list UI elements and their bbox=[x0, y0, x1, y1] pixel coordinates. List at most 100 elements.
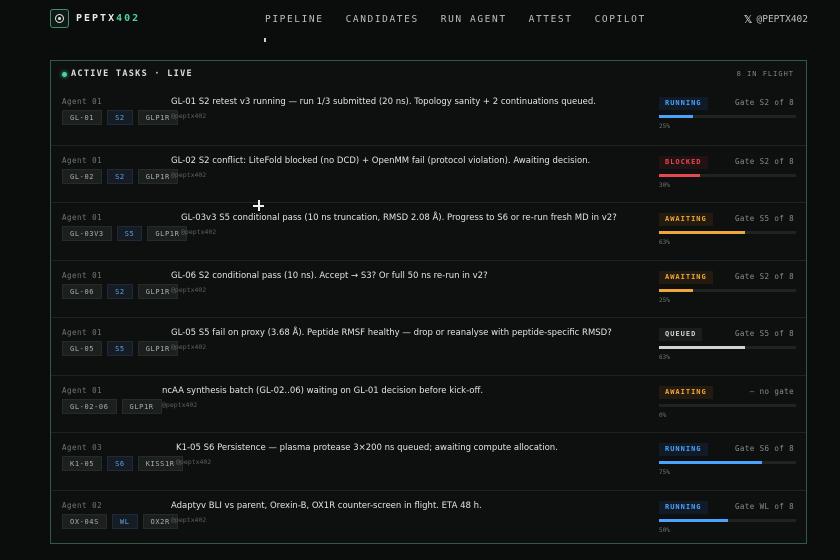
task-tag[interactable]: S2 bbox=[107, 168, 133, 184]
status-badge: AWAITING bbox=[659, 270, 713, 284]
status-badge: AWAITING bbox=[659, 213, 713, 226]
task-description: GL-06 S2 conditional pass (10 ns). Accep… bbox=[171, 270, 488, 281]
task-tag[interactable]: S2 bbox=[107, 110, 133, 125]
progress-bar bbox=[659, 461, 796, 464]
nav-candidates[interactable]: CANDIDATES bbox=[346, 14, 419, 25]
task-tag[interactable]: GL-03V3 bbox=[62, 226, 112, 241]
task-tag[interactable]: K1-05 bbox=[62, 456, 103, 471]
task-tag[interactable]: WL bbox=[111, 513, 138, 529]
agent-label: Agent 01 bbox=[62, 213, 103, 222]
task-tag[interactable]: S5 bbox=[107, 341, 133, 356]
progress-fill bbox=[659, 288, 694, 292]
task-row[interactable]: Agent 01 GL-02-06 GLP1R ncAA synthesis batc… bbox=[51, 374, 806, 433]
gate-label: Gate S5 of 8 bbox=[735, 214, 794, 223]
progress-percent: 50% bbox=[659, 526, 670, 534]
task-tag[interactable]: S2 bbox=[107, 283, 133, 299]
agent-label: Agent 01 bbox=[62, 155, 103, 165]
task-row[interactable]: Agent 01 GL-03V3 S5 GLP1R GL-03v3 S5 conditi… bbox=[51, 202, 806, 260]
task-description: GL-05 S5 fail on proxy (3.68 Å). Peptide… bbox=[171, 328, 612, 338]
task-handle[interactable]: @peptx402 bbox=[171, 516, 206, 524]
task-tag[interactable]: GL-02 bbox=[62, 168, 103, 184]
task-row[interactable]: Agent 01 GL-02 S2 GLP1R GL-02 S2 conflict: L… bbox=[51, 144, 806, 203]
task-row[interactable]: Agent 01 GL-06 S2 GLP1R GL-06 S2 conditional… bbox=[51, 259, 806, 318]
task-handle[interactable]: @peptx402 bbox=[181, 228, 216, 236]
progress-fill bbox=[659, 115, 694, 118]
task-tag[interactable]: GL-01 bbox=[62, 110, 103, 125]
task-row[interactable]: Agent 01 GL-05 S5 GLP1R GL-05 S5 fail on pro… bbox=[51, 317, 806, 375]
nav-run-agent[interactable]: RUN AGENT bbox=[441, 14, 507, 25]
progress-bar bbox=[659, 288, 796, 292]
progress-percent: 63% bbox=[659, 354, 670, 361]
task-row[interactable]: Agent 01 GL-01 S2 GLP1R GL-01 S2 retest v3 r… bbox=[51, 87, 806, 145]
progress-bar bbox=[659, 403, 796, 407]
panel-header: ACTIVE TASKS · LIVE 8 IN FLIGHT bbox=[51, 61, 806, 87]
x-logo-icon: 𝕏 bbox=[743, 13, 753, 26]
task-description: K1-05 S6 Persistence — plasma protease 3… bbox=[176, 443, 558, 453]
rocket-icon bbox=[55, 14, 64, 23]
active-tasks-panel: ACTIVE TASKS · LIVE 8 IN FLIGHT Agent 01… bbox=[50, 60, 807, 544]
task-tag[interactable]: OX-04S bbox=[62, 513, 107, 529]
agent-label: Agent 01 bbox=[62, 97, 103, 106]
task-description: GL-02 S2 conflict: LiteFold blocked (no … bbox=[171, 155, 591, 166]
task-handle[interactable]: @peptx402 bbox=[171, 112, 206, 120]
gate-label: — no gate bbox=[749, 386, 794, 396]
task-handle[interactable]: @peptx402 bbox=[171, 171, 206, 179]
progress-fill bbox=[659, 461, 762, 464]
agent-label: Agent 01 bbox=[62, 270, 103, 280]
progress-bar bbox=[659, 173, 796, 177]
task-handle[interactable]: @peptx402 bbox=[162, 401, 197, 409]
status-badge: RUNNING bbox=[659, 443, 708, 456]
task-tag[interactable]: S6 bbox=[107, 456, 133, 471]
progress-percent: 25% bbox=[659, 123, 670, 130]
task-tag[interactable]: GL-02-06 bbox=[62, 398, 117, 414]
agent-label: Agent 01 bbox=[62, 385, 103, 395]
panel-title: ACTIVE TASKS · LIVE bbox=[71, 69, 193, 79]
nav-copilot[interactable]: COPILOT bbox=[595, 14, 646, 25]
task-tags: GL-02 S2 GLP1R bbox=[62, 168, 178, 184]
progress-percent: 25% bbox=[659, 296, 670, 304]
social-handle: @PEPTX402 bbox=[756, 14, 808, 25]
task-tag[interactable]: GLP1R bbox=[121, 398, 162, 414]
task-tag[interactable]: GL-06 bbox=[62, 283, 103, 299]
task-tags: K1-05 S6 KISS1R bbox=[62, 456, 183, 471]
task-row[interactable]: Agent 03 K1-05 S6 KISS1R K1-05 S6 Persistenc… bbox=[51, 432, 806, 490]
task-list: Agent 01 GL-01 S2 GLP1R GL-01 S2 retest v3 r… bbox=[51, 87, 806, 547]
brand-name[interactable]: PEPTX402 bbox=[76, 13, 140, 24]
progress-percent: 75% bbox=[659, 469, 670, 476]
agent-label: Agent 03 bbox=[62, 443, 103, 452]
task-tags: GL-01 S2 GLP1R bbox=[62, 110, 178, 125]
top-navigation-bar: PEPTX402 PIPELINE CANDIDATES RUN AGENT A… bbox=[0, 0, 840, 42]
gate-label: Gate S2 of 8 bbox=[735, 156, 794, 166]
logo-mark[interactable] bbox=[50, 9, 69, 28]
status-badge: AWAITING bbox=[659, 385, 713, 399]
task-tag[interactable]: S5 bbox=[116, 226, 143, 241]
task-description: ncAA synthesis batch (GL-02..06) waiting… bbox=[162, 385, 484, 396]
brand-main: PEPTX bbox=[76, 13, 117, 24]
progress-percent: 0% bbox=[659, 411, 667, 419]
progress-bar bbox=[659, 115, 796, 118]
progress-percent: 30% bbox=[659, 181, 670, 189]
task-tags: GL-06 S2 GLP1R bbox=[62, 283, 178, 299]
task-description: GL-01 S2 retest v3 running — run 1/3 sub… bbox=[171, 97, 596, 107]
progress-bar bbox=[659, 346, 796, 349]
nav-pipeline[interactable]: PIPELINE bbox=[265, 14, 324, 25]
task-handle[interactable]: @peptx402 bbox=[171, 343, 206, 351]
in-flight-count: 8 IN FLIGHT bbox=[736, 70, 794, 78]
task-row[interactable]: Agent 02 OX-04S WL OX2R Adaptyv BLI vs paren… bbox=[51, 489, 806, 548]
task-tags: GL-03V3 S5 GLP1R bbox=[62, 226, 188, 241]
nav-marker bbox=[264, 38, 266, 42]
progress-fill bbox=[659, 173, 701, 177]
task-handle[interactable]: @peptx402 bbox=[176, 458, 211, 466]
crosshair-cursor-icon bbox=[253, 200, 264, 211]
main-nav: PIPELINE CANDIDATES RUN AGENT ATTEST COP… bbox=[265, 14, 668, 25]
status-badge: RUNNING bbox=[659, 500, 708, 514]
live-indicator-icon bbox=[62, 72, 67, 77]
progress-fill bbox=[659, 518, 728, 522]
gate-label: Gate S2 of 8 bbox=[735, 98, 794, 107]
task-handle[interactable]: @peptx402 bbox=[171, 286, 206, 294]
task-tag[interactable]: GL-05 bbox=[62, 341, 103, 356]
task-tags: OX-04S WL OX2R bbox=[62, 513, 178, 529]
progress-bar bbox=[659, 231, 796, 234]
nav-attest[interactable]: ATTEST bbox=[529, 14, 573, 25]
x-profile-link[interactable]: 𝕏 @PEPTX402 bbox=[744, 13, 808, 26]
